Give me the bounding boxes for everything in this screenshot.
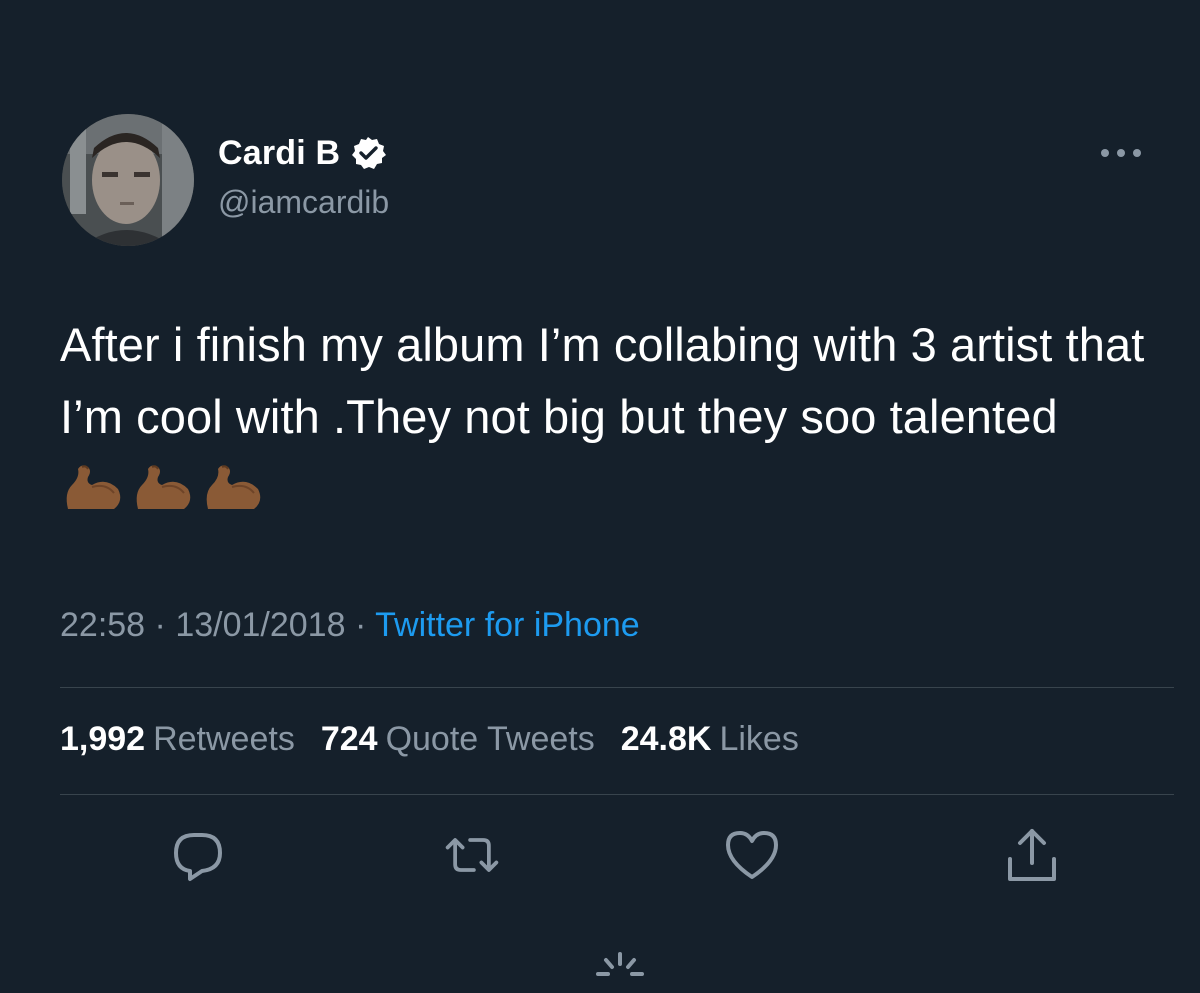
share-icon <box>1008 829 1056 881</box>
display-name[interactable]: Cardi B <box>218 134 340 173</box>
reply-button[interactable] <box>168 825 228 885</box>
retweets-count: 1,992 <box>60 720 146 758</box>
share-button[interactable] <box>1002 825 1062 885</box>
action-bar <box>0 825 1200 885</box>
tweet-meta: 22:58 · 13/01/2018 · Twitter for iPhone <box>60 606 640 645</box>
like-button[interactable] <box>722 825 782 885</box>
loading-spinner-icon <box>590 948 650 988</box>
retweet-icon <box>445 838 499 872</box>
divider <box>60 687 1174 688</box>
verified-badge-icon <box>350 135 387 171</box>
avatar[interactable] <box>62 114 194 246</box>
tweet-time[interactable]: 22:58 <box>60 606 145 644</box>
author-handle[interactable]: @iamcardib <box>218 184 389 221</box>
quotes-stat[interactable]: 724 Quote Tweets <box>321 720 595 759</box>
likes-count: 24.8K <box>620 720 712 758</box>
flexed-biceps-icon <box>136 465 191 509</box>
retweets-stat[interactable]: 1,992 Retweets <box>60 720 295 759</box>
divider <box>60 794 1174 795</box>
likes-label: Likes <box>719 720 799 758</box>
quotes-count: 724 <box>320 720 378 758</box>
heart-icon <box>726 831 778 879</box>
tweet-body: After i finish my album I’m collabing wi… <box>60 318 1145 443</box>
more-horizontal-icon[interactable] <box>1096 138 1146 168</box>
emoji-group <box>62 461 272 511</box>
reply-icon <box>174 833 222 881</box>
retweets-label: Retweets <box>153 720 295 758</box>
likes-stat[interactable]: 24.8K Likes <box>621 720 799 759</box>
quotes-label: Quote Tweets <box>385 720 595 758</box>
tweet-stats: 1,992 Retweets 724 Quote Tweets 24.8K Likes <box>60 720 799 759</box>
retweet-button[interactable] <box>442 825 502 885</box>
tweet-detail: Cardi B @iamcardib After i finish my alb… <box>0 0 1200 981</box>
flexed-biceps-icon <box>66 465 121 509</box>
author-name-row[interactable]: Cardi B <box>218 133 387 173</box>
tweet-date[interactable]: 13/01/2018 <box>175 606 345 644</box>
tweet-text: After i finish my album I’m collabing wi… <box>60 309 1160 525</box>
flexed-biceps-icon <box>206 465 261 509</box>
tweet-source-link[interactable]: Twitter for iPhone <box>375 606 640 644</box>
meta-separator: · <box>154 606 166 644</box>
meta-separator: · <box>354 606 367 644</box>
